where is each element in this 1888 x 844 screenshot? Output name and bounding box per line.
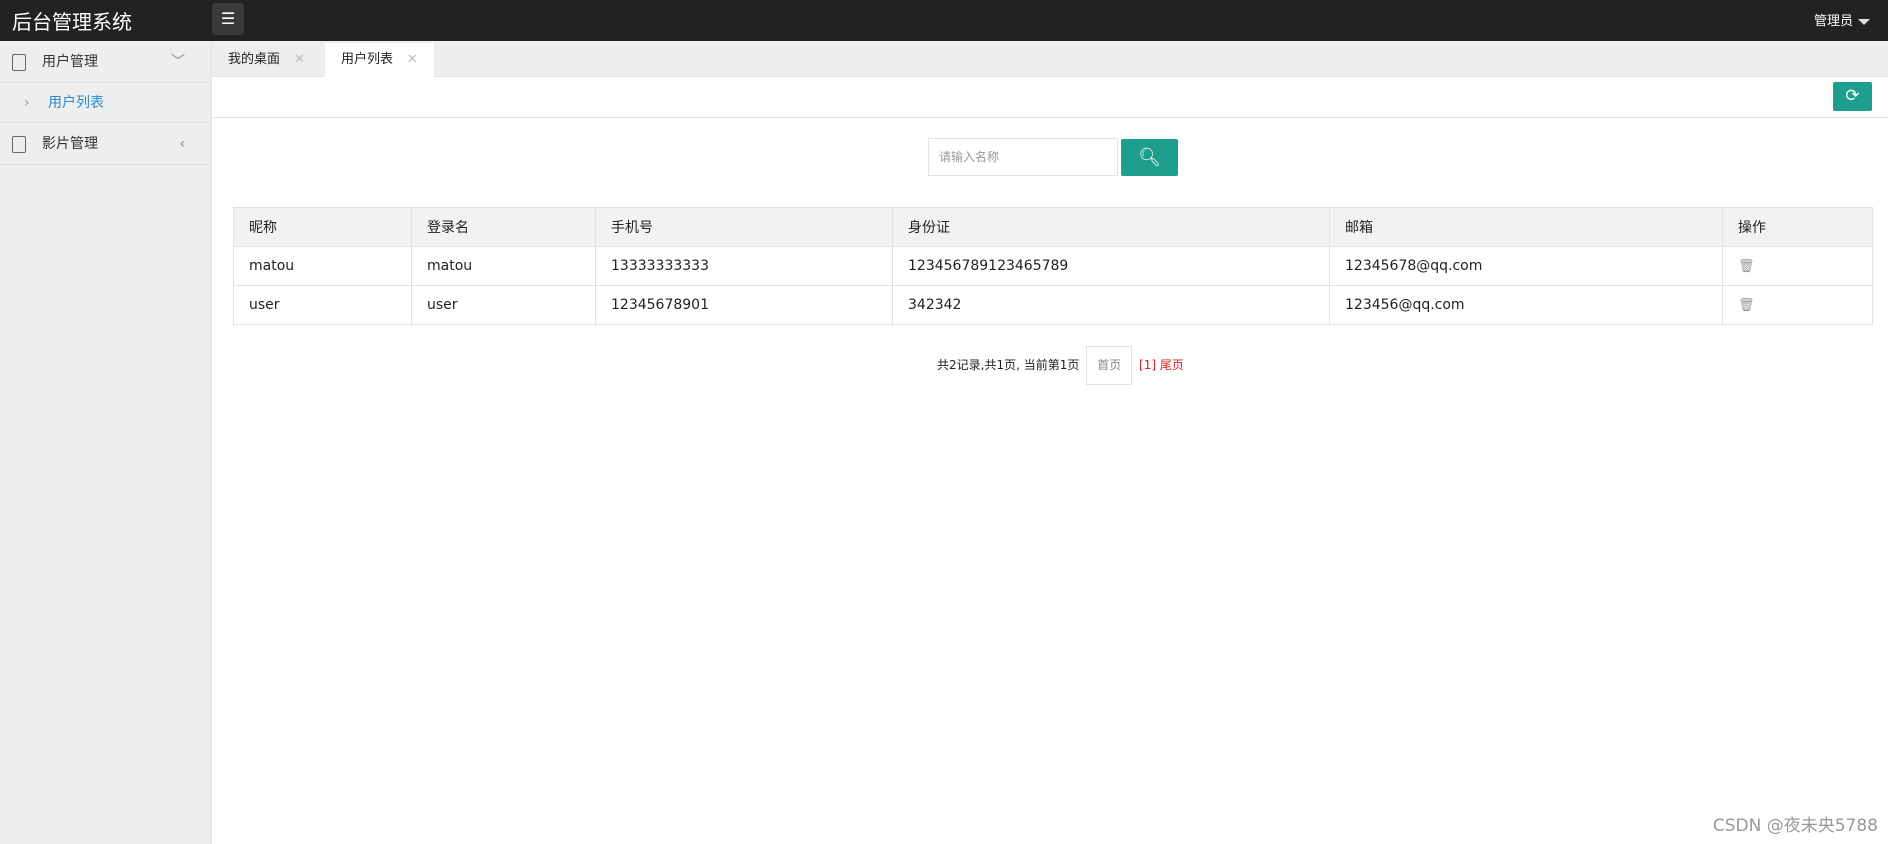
app-title: 后台管理系统 (12, 10, 132, 34)
pagination-summary: 共2记录,共1页, 当前第1页 (937, 358, 1080, 372)
refresh-icon: ⟳ (1845, 86, 1860, 106)
cell-login: matou (411, 246, 596, 286)
cell-nickname: matou (233, 246, 412, 286)
document-icon (12, 54, 26, 71)
column-header: 昵称 (233, 207, 412, 247)
first-page-button[interactable]: 首页 (1086, 346, 1133, 385)
trash-icon[interactable]: 🗑︎ (1738, 298, 1755, 313)
cell-actions: 🗑︎ (1722, 246, 1873, 286)
chevron-left-icon: ‹ (179, 136, 185, 152)
cell-id-card: 123456789123465789 (892, 246, 1330, 286)
toolbar: ⟳ (213, 77, 1888, 118)
menu-toggle-button[interactable]: ☰ (212, 3, 244, 35)
top-header: 后台管理系统 ☰ 管理员 (0, 0, 1888, 41)
search-button[interactable]: 🔍︎ (1121, 139, 1178, 176)
cell-phone: 12345678901 (595, 285, 893, 325)
sidebar-item-label: 用户列表 (48, 95, 104, 111)
search-icon: 🔍︎ (1138, 147, 1161, 168)
cell-login: user (411, 285, 596, 325)
tab-label: 我的桌面 (228, 52, 281, 67)
close-icon[interactable]: ✕ (294, 52, 305, 67)
user-table: 昵称 登录名 手机号 身份证 邮箱 操作 matou matou 1333333… (233, 207, 1873, 325)
hamburger-icon: ☰ (220, 9, 236, 28)
last-page-link[interactable]: 尾页 (1160, 358, 1184, 372)
close-icon[interactable]: ✕ (407, 52, 418, 67)
table-header: 昵称 登录名 手机号 身份证 邮箱 操作 (233, 207, 1873, 247)
cell-id-card: 342342 (892, 285, 1330, 325)
document-icon (12, 136, 26, 153)
column-header: 邮箱 (1329, 207, 1723, 247)
sidebar-item-film-management[interactable]: 影片管理 ‹ (0, 123, 211, 165)
cell-nickname: user (233, 285, 412, 325)
user-name: 管理员 (1813, 14, 1853, 29)
table-row: matou matou 13333333333 1234567891234657… (233, 246, 1873, 286)
tab-desktop[interactable]: 我的桌面 ✕ (212, 43, 321, 78)
column-header: 身份证 (892, 207, 1330, 247)
column-header: 操作 (1722, 207, 1873, 247)
column-header: 登录名 (411, 207, 596, 247)
caret-down-icon (1858, 18, 1870, 25)
tab-user-list[interactable]: 用户列表 ✕ (325, 43, 434, 78)
watermark: CSDN @夜未央5788 (1712, 816, 1878, 836)
user-menu[interactable]: 管理员 (1814, 10, 1870, 29)
column-header: 手机号 (595, 207, 893, 247)
cell-phone: 13333333333 (595, 246, 893, 286)
sidebar-subitem-user-list[interactable]: › 用户列表 (0, 83, 211, 123)
sidebar-item-label: 用户管理 (42, 54, 98, 70)
tab-label: 用户列表 (341, 52, 394, 67)
trash-icon[interactable]: 🗑︎ (1738, 259, 1755, 274)
refresh-button[interactable]: ⟳ (1833, 82, 1872, 111)
search-input[interactable] (928, 138, 1118, 176)
sidebar-item-user-management[interactable]: 用户管理 ﹀ (0, 41, 211, 83)
chevron-down-icon: ﹀ (171, 54, 185, 70)
sidebar: 用户管理 ﹀ › 用户列表 影片管理 ‹ (0, 41, 212, 844)
cell-email: 12345678@qq.com (1329, 246, 1723, 286)
cell-actions: 🗑︎ (1722, 285, 1873, 325)
table-row: user user 12345678901 342342 123456@qq.c… (233, 285, 1873, 325)
pagination: 共2记录,共1页, 当前第1页 首页 [1] 尾页 (937, 346, 1184, 385)
current-page-link[interactable]: [1] (1139, 358, 1156, 372)
sidebar-item-label: 影片管理 (42, 136, 98, 152)
tab-bar: 我的桌面 ✕ 用户列表 ✕ (212, 41, 1888, 78)
chevron-right-icon: › (24, 95, 30, 111)
cell-email: 123456@qq.com (1329, 285, 1723, 325)
